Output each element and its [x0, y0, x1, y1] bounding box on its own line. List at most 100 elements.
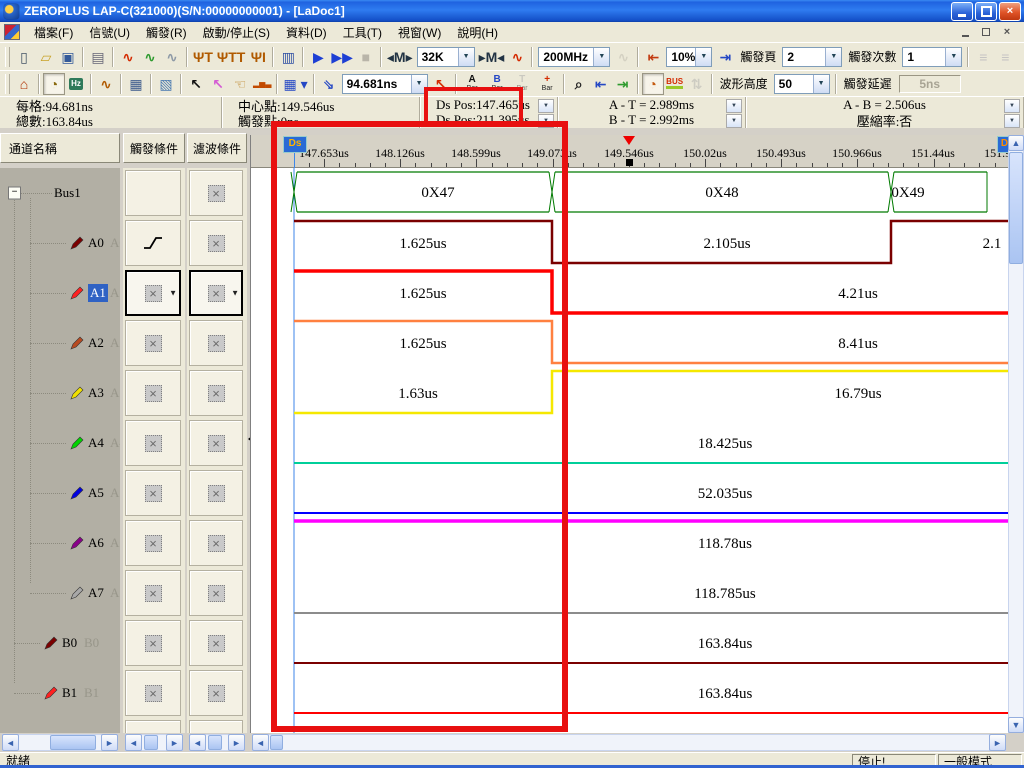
layout-icon[interactable]: ▧	[155, 73, 177, 95]
print-icon[interactable]: ▤	[87, 46, 109, 68]
expand-collapse-toggle[interactable]: −	[8, 187, 21, 200]
trigger-cell-b0[interactable]: ×	[125, 620, 181, 666]
channel-row-a3[interactable]: A3A3	[0, 368, 120, 418]
filter-cell-bus1[interactable]: ×	[189, 170, 243, 216]
menu-item-0[interactable]: 檔案(F)	[26, 22, 81, 43]
channel-row-a2[interactable]: A2A2	[0, 318, 120, 368]
trigger-cell-b1[interactable]: ×	[125, 670, 181, 716]
filter-column-scrollbar[interactable]: ◄►	[189, 734, 245, 751]
filter-cell-next[interactable]: ×	[189, 720, 243, 733]
scroll-right-button[interactable]: ►	[989, 734, 1006, 751]
refresh-window-icon[interactable]: ◔	[642, 73, 664, 95]
timing-view-icon[interactable]: ◔	[43, 73, 65, 95]
menu-item-4[interactable]: 資料(D)	[278, 22, 335, 43]
run-repeat-icon[interactable]: ▶▶	[329, 46, 355, 68]
scroll-right-button[interactable]: ►	[166, 734, 183, 751]
filter-cell-a1[interactable]: ×▼	[189, 270, 243, 316]
memory-right-icon[interactable]: ▸M◂	[477, 46, 507, 68]
waveform-scrollbar-thumb[interactable]	[270, 735, 283, 750]
channel-row-a1[interactable]: A1A1	[0, 268, 120, 318]
home-icon[interactable]: ⌂	[13, 73, 35, 95]
scroll-down-button[interactable]: ▼	[1008, 717, 1024, 733]
name-column-scrollbar-thumb[interactable]	[50, 735, 96, 750]
find-icon[interactable]: ⌕	[568, 73, 590, 95]
dropdown-arrow-icon[interactable]: ▼	[695, 48, 711, 66]
sample-pulse-gray-icon[interactable]: ∿	[612, 46, 634, 68]
channel-row-b1[interactable]: B1B1	[0, 668, 120, 718]
channel-row-a6[interactable]: A6A6	[0, 518, 120, 568]
scroll-left-button[interactable]: ◄	[2, 734, 19, 751]
trigger-color-icon[interactable]: ∿	[139, 46, 161, 68]
menu-item-5[interactable]: 工具(T)	[335, 22, 390, 43]
multi-select-cursor-icon[interactable]: ↖	[207, 73, 229, 95]
menu-item-7[interactable]: 說明(H)	[449, 22, 506, 43]
filter-cell-a4[interactable]: ×	[189, 420, 243, 466]
goto-right-icon[interactable]: ⇥	[612, 73, 634, 95]
waveform-window-icon[interactable]: ∿	[95, 73, 117, 95]
scroll-left-button[interactable]: ◄	[189, 734, 206, 751]
new-file-icon[interactable]: ▯	[13, 46, 35, 68]
filter-cell-a2[interactable]: ×	[189, 320, 243, 366]
mdi-minimize-button[interactable]	[956, 24, 974, 40]
filter-cell-a5[interactable]: ×	[189, 470, 243, 516]
dropdown-arrow-icon[interactable]: ▼	[231, 289, 239, 298]
trigger-cell-a5[interactable]: ×	[125, 470, 181, 516]
channel-row-a7[interactable]: A7A7	[0, 568, 120, 618]
menu-item-1[interactable]: 信號(U)	[81, 22, 138, 43]
restore-button[interactable]	[975, 2, 997, 21]
filter-cell-a3[interactable]: ×	[189, 370, 243, 416]
trigger-condition-header[interactable]: 觸發條件	[123, 133, 185, 163]
time-per-div-combo[interactable]: 94.681ns▼	[342, 74, 428, 94]
noise-filter-icon[interactable]: ⇅	[686, 73, 708, 95]
menu-item-3[interactable]: 啟動/停止(S)	[195, 22, 278, 43]
dropdown-arrow-icon[interactable]: ▼	[945, 48, 961, 66]
info-dropdown-icon[interactable]: ▼	[726, 99, 742, 113]
trigger-column-scrollbar-thumb[interactable]	[144, 735, 158, 750]
stack-panel-icon[interactable]: ≡	[972, 46, 994, 68]
channel-row-a5[interactable]: A5A5	[0, 468, 120, 518]
trigger-edge-icon[interactable]: ∿	[161, 46, 183, 68]
dropdown-arrow-icon[interactable]: ▼	[813, 75, 829, 93]
goto-left-icon[interactable]: ⇤	[590, 73, 612, 95]
trigger-cell-a0[interactable]	[125, 220, 181, 266]
sample-depth-combo[interactable]: 32K▼	[417, 47, 475, 67]
filter-cell-b0[interactable]: ×	[189, 620, 243, 666]
dropdown-arrow-icon[interactable]: ▼	[593, 48, 609, 66]
scroll-right-button[interactable]: ►	[101, 734, 118, 751]
compression-icon[interactable]: ▥	[277, 46, 299, 68]
open-folder-icon[interactable]: ▱	[35, 46, 57, 68]
stack-panel2-icon[interactable]: ≡	[994, 46, 1016, 68]
trigger-pos-right-icon[interactable]: ⇥	[714, 46, 736, 68]
trigger-cell-next[interactable]: ×	[125, 720, 181, 733]
wave-height-combo[interactable]: 50▼	[774, 74, 830, 94]
mdi-restore-button[interactable]	[977, 24, 995, 40]
document-icon[interactable]	[4, 24, 20, 40]
info-dropdown-icon[interactable]: ▼	[538, 99, 554, 113]
pulse-trigger1-icon[interactable]: ΨT	[191, 46, 215, 68]
channel-row-b0[interactable]: B0B0	[0, 618, 120, 668]
dropdown-arrow-icon[interactable]: ▼	[825, 48, 841, 66]
trigger-cell-a6[interactable]: ×	[125, 520, 181, 566]
trigger-cell-a1[interactable]: ×▼	[125, 270, 181, 316]
trigger-position-combo[interactable]: 10%▼	[666, 47, 712, 67]
menu-item-2[interactable]: 觸發(R)	[138, 22, 195, 43]
trigger-cell-a7[interactable]: ×	[125, 570, 181, 616]
waveform-scrollbar-track[interactable]	[252, 734, 1006, 751]
bus-setup-icon[interactable]: BUS	[664, 73, 686, 95]
filter-column-scrollbar-thumb[interactable]	[208, 735, 222, 750]
trigger-cell-bus1[interactable]	[125, 170, 181, 216]
trigger-pos-left-icon[interactable]: ⇤	[642, 46, 664, 68]
waveform-scrollbar[interactable]: ◄►	[252, 734, 1006, 751]
close-button[interactable]: ×	[999, 2, 1021, 21]
scroll-right-button[interactable]: ►	[228, 734, 245, 751]
filter-cell-b1[interactable]: ×	[189, 670, 243, 716]
trigger-mark-icon[interactable]: ∿	[117, 46, 139, 68]
end-position-tag[interactable]: D	[997, 136, 1008, 153]
save-icon[interactable]: ▣	[57, 46, 79, 68]
trigger-cell-a3[interactable]: ×	[125, 370, 181, 416]
trigger-cell-a2[interactable]: ×	[125, 320, 181, 366]
vertical-scrollbar[interactable]: ▲ ▼	[1008, 135, 1024, 733]
sample-rate-combo[interactable]: 200MHz▼	[538, 47, 610, 67]
frequency-view-icon[interactable]: Hz	[65, 73, 87, 95]
filter-cell-a0[interactable]: ×	[189, 220, 243, 266]
